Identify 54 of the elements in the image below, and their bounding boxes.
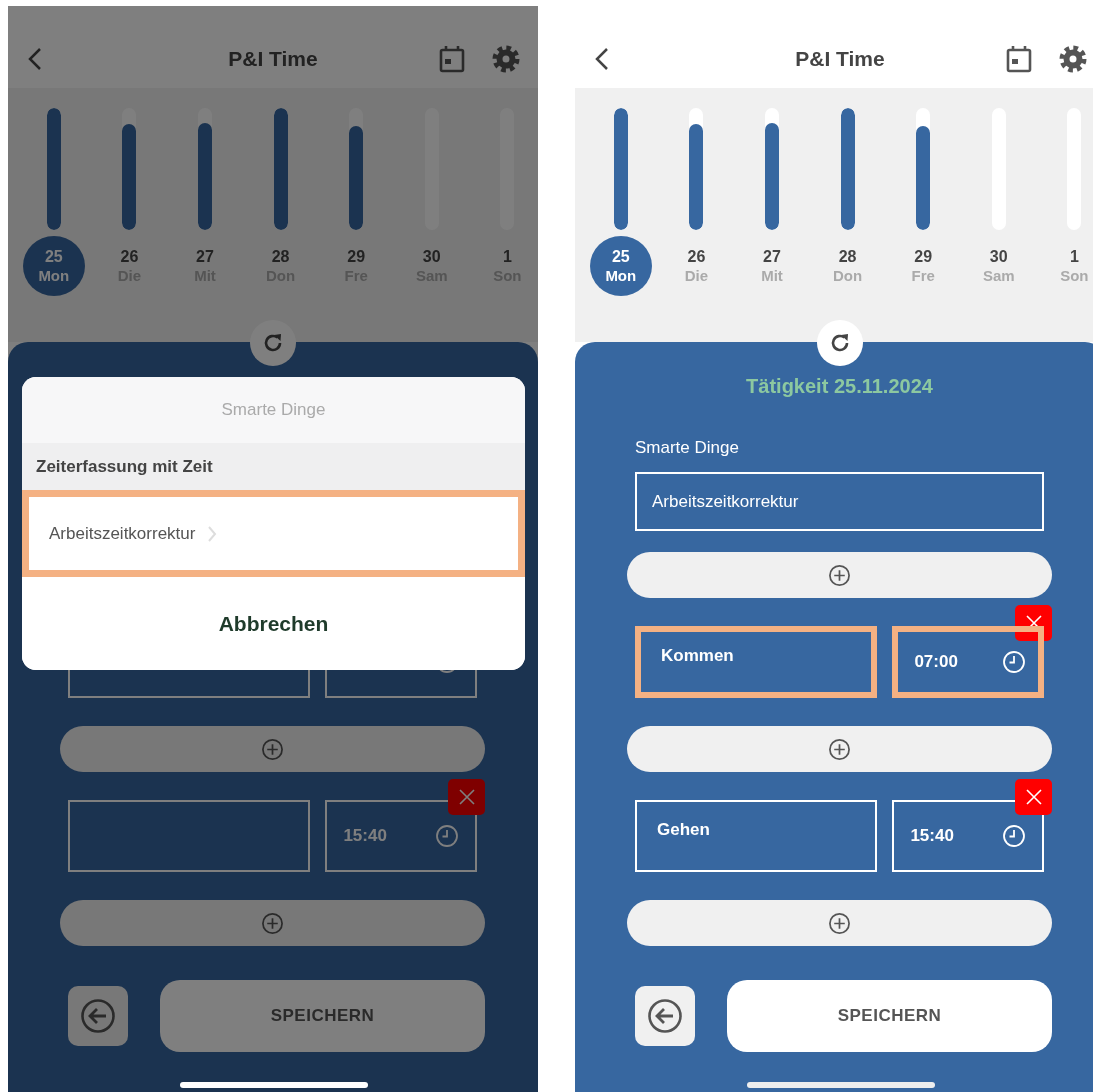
time-field[interactable]: 07:00 xyxy=(892,626,1044,698)
add-button[interactable] xyxy=(627,726,1052,772)
activity-title: Tätigkeit 25.11.2024 xyxy=(746,375,933,398)
app-title: P&I Time xyxy=(228,47,318,71)
chevron-right-icon xyxy=(207,524,218,543)
entry-type-field[interactable] xyxy=(68,800,311,872)
activity-field[interactable]: Arbeitszeitkorrektur xyxy=(635,472,1044,531)
entry-type-field[interactable]: Kommen xyxy=(635,626,878,698)
day-button[interactable]: 25 Mon xyxy=(22,236,85,296)
clock-icon xyxy=(1002,824,1026,848)
back-button[interactable] xyxy=(635,986,695,1046)
plus-circle-icon xyxy=(828,911,851,935)
day-button[interactable]: 1 Son xyxy=(1043,236,1093,296)
day-button[interactable]: 29 Fre xyxy=(892,236,955,296)
clock-icon xyxy=(435,824,459,848)
close-icon xyxy=(1023,787,1044,807)
add-button[interactable] xyxy=(60,726,485,772)
calendar-icon[interactable] xyxy=(1006,45,1032,73)
save-button[interactable]: SPEICHERN xyxy=(160,980,485,1052)
settings-icon[interactable] xyxy=(492,45,520,73)
plus-circle-icon xyxy=(828,737,851,761)
back-icon[interactable] xyxy=(595,47,609,71)
day-button[interactable]: 30 Sam xyxy=(967,236,1030,296)
time-field[interactable]: 15:40 xyxy=(325,800,477,872)
back-icon[interactable] xyxy=(28,47,42,71)
day-button[interactable]: 25 Mon xyxy=(589,236,652,296)
add-button[interactable] xyxy=(627,900,1052,946)
arrow-left-circle-icon xyxy=(80,998,116,1034)
refresh-button[interactable] xyxy=(817,320,863,366)
field-label: Smarte Dinge xyxy=(635,438,740,458)
sheet-option[interactable]: Arbeitszeitkorrektur xyxy=(22,490,525,577)
calendar-icon[interactable] xyxy=(439,45,465,73)
back-button[interactable] xyxy=(68,986,128,1046)
sheet-title: Smarte Dinge xyxy=(22,377,525,443)
sheet-section-header: Zeiterfassung mit Zeit xyxy=(22,443,525,490)
plus-circle-icon xyxy=(261,737,284,761)
delete-button[interactable] xyxy=(1015,779,1052,815)
plus-circle-icon xyxy=(828,563,851,587)
app-title: P&I Time xyxy=(795,47,885,71)
refresh-button[interactable] xyxy=(250,320,296,366)
add-button[interactable] xyxy=(627,552,1052,598)
settings-icon[interactable] xyxy=(1059,45,1087,73)
entry-type-field[interactable]: Gehen xyxy=(635,800,878,872)
delete-button[interactable] xyxy=(448,779,485,815)
plus-circle-icon xyxy=(261,911,284,935)
day-button[interactable]: 28 Don xyxy=(816,236,879,296)
add-button[interactable] xyxy=(60,900,485,946)
clock-icon xyxy=(1002,650,1026,674)
day-button[interactable]: 27 Mit xyxy=(741,236,803,296)
arrow-left-circle-icon xyxy=(647,998,683,1034)
close-icon xyxy=(456,787,477,807)
day-button[interactable]: 26 Die xyxy=(665,236,728,296)
time-field[interactable]: 15:40 xyxy=(892,800,1044,872)
save-button[interactable]: SPEICHERN xyxy=(727,980,1052,1052)
